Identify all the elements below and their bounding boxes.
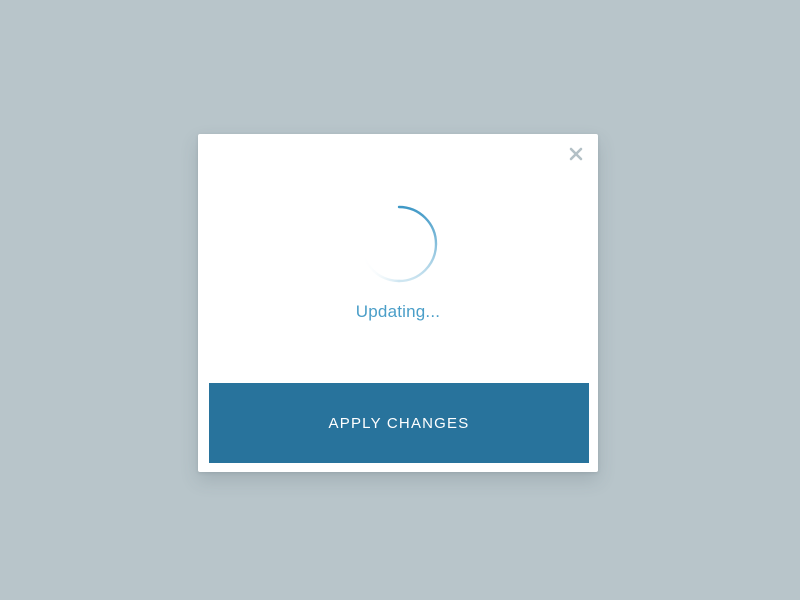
status-text: Updating... [355, 302, 441, 321]
update-dialog: Updating... APPLY CHANGES [198, 134, 598, 472]
apply-changes-button[interactable]: APPLY CHANGES [209, 383, 589, 463]
close-button[interactable] [566, 144, 586, 164]
loading-spinner-icon [360, 205, 438, 283]
close-icon [569, 147, 583, 161]
